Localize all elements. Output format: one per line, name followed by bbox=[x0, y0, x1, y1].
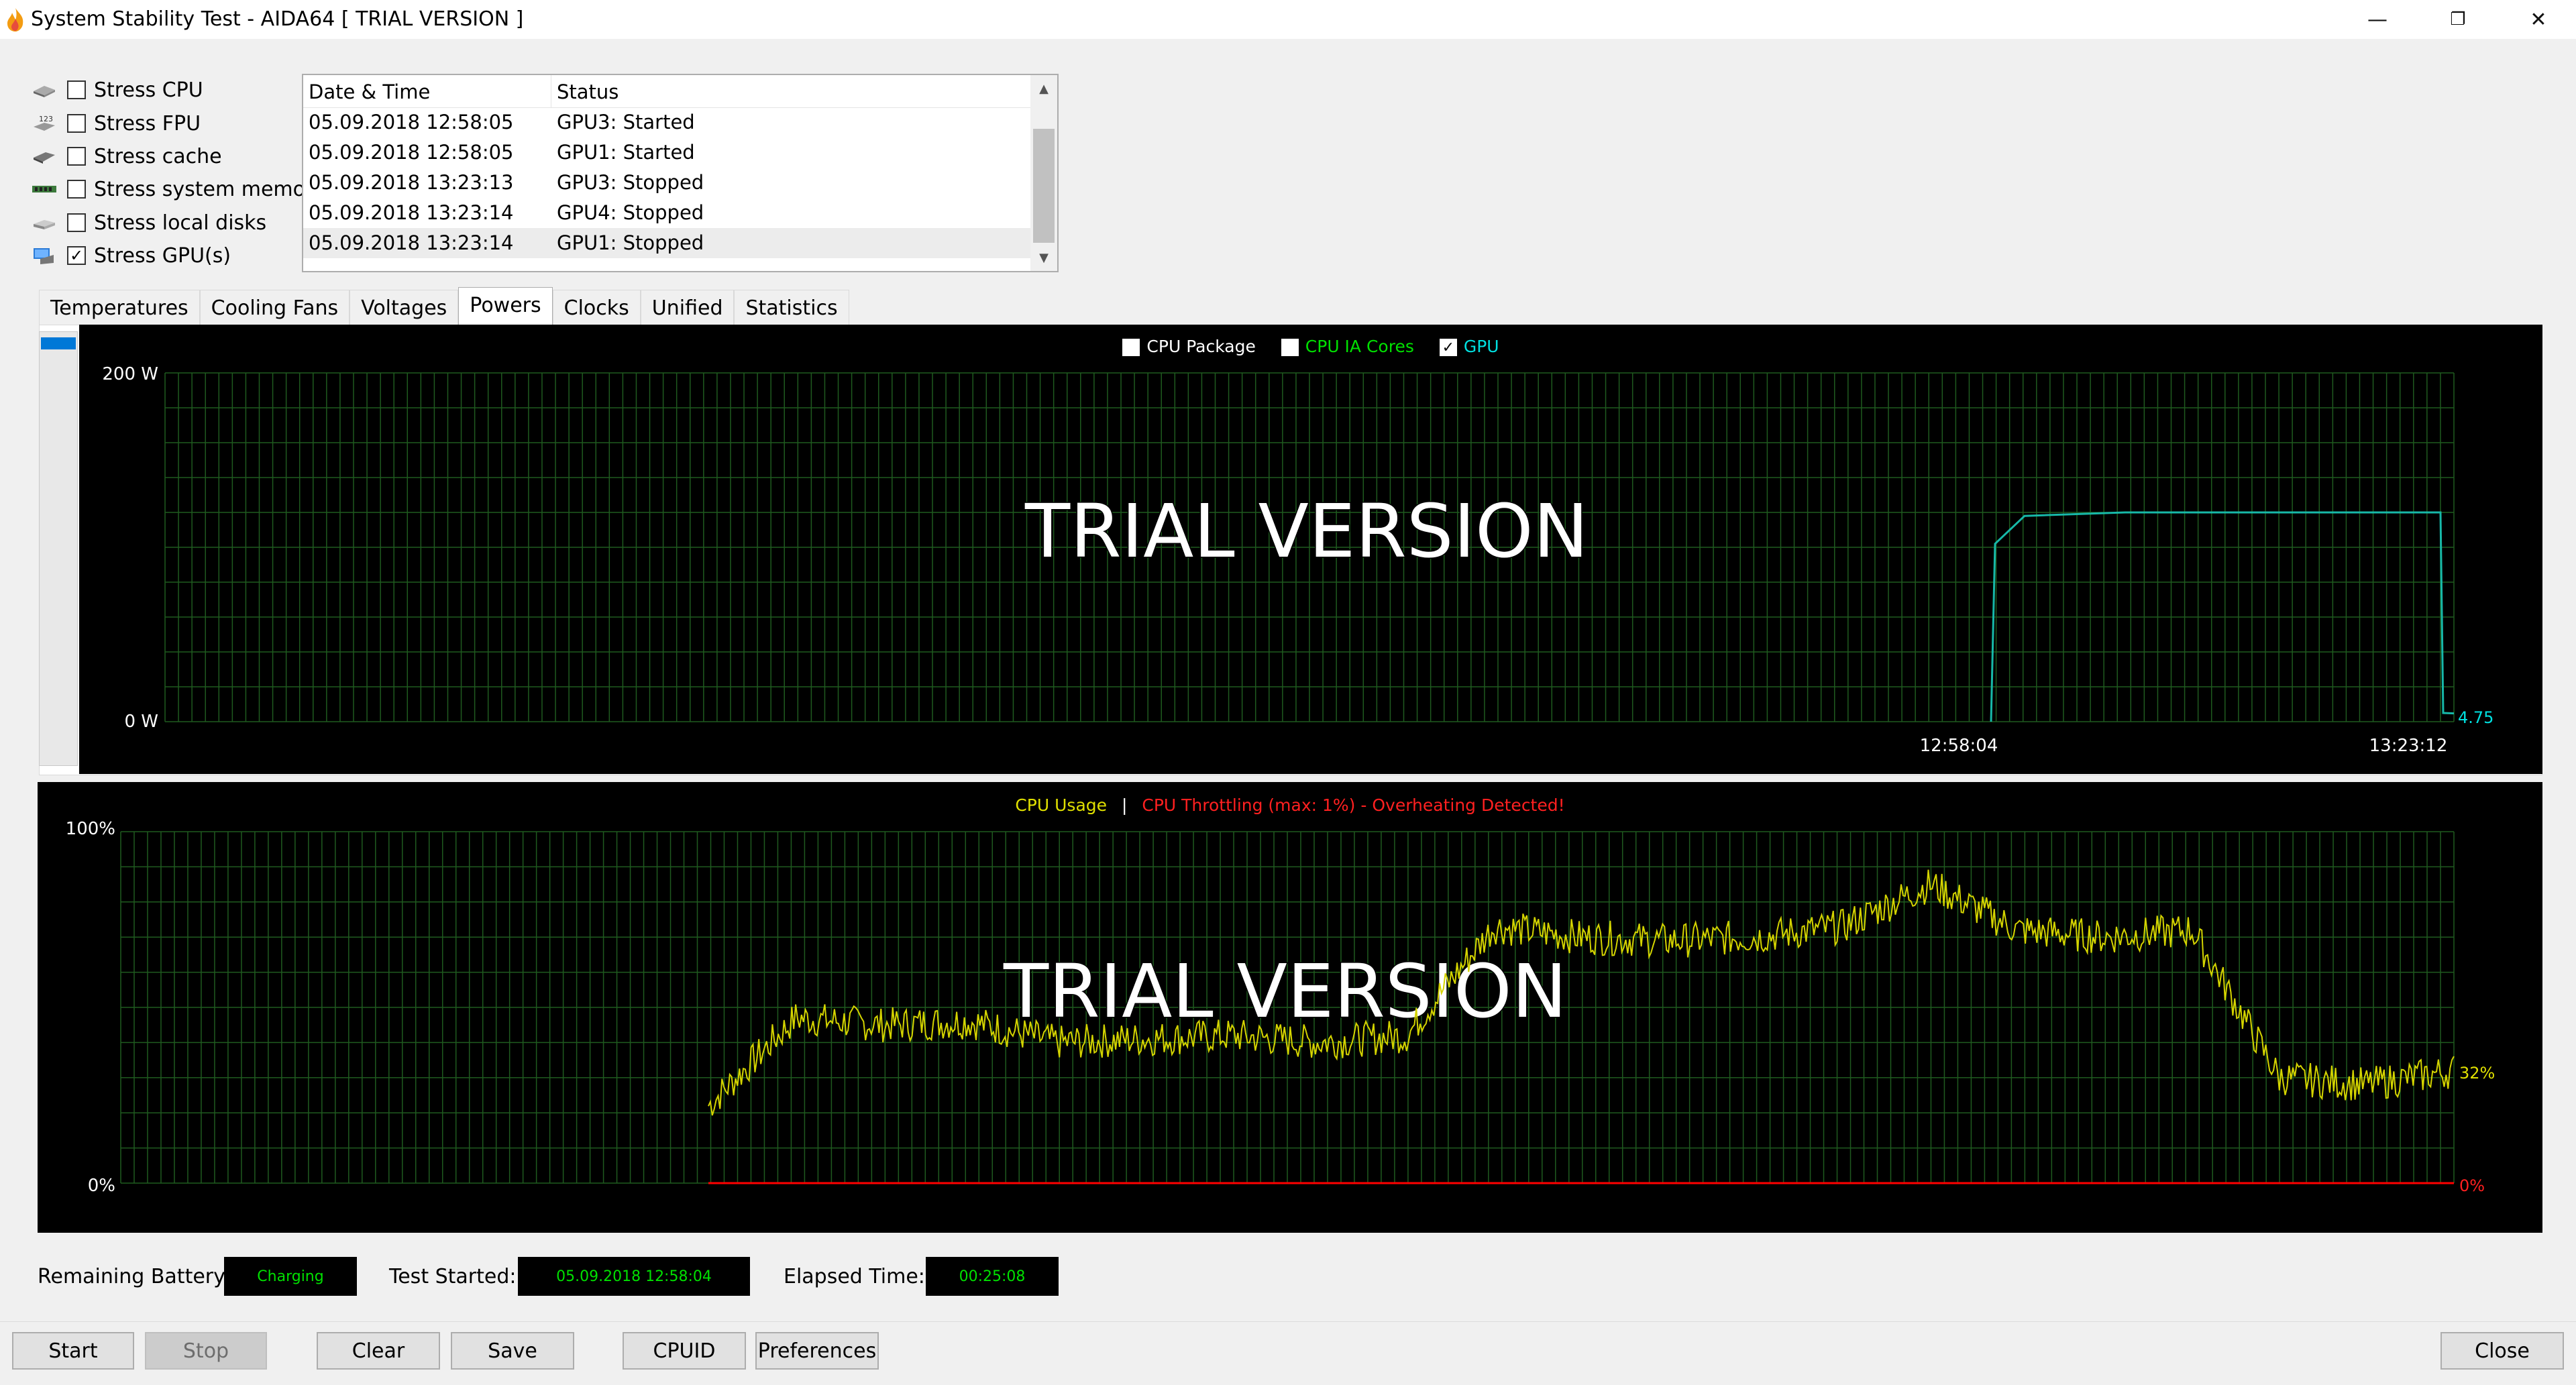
cpu-y-min-label: 0% bbox=[88, 1176, 115, 1196]
disk-icon bbox=[30, 211, 59, 235]
stress-gpu-checkbox[interactable]: ✓ bbox=[67, 246, 86, 265]
cpu-watermark: TRIAL VERSION bbox=[1003, 948, 1567, 1034]
close-window-button[interactable]: ✕ bbox=[2498, 0, 2576, 39]
table-row[interactable]: 05.09.2018 13:23:14 GPU1: Stopped bbox=[303, 228, 1032, 258]
log-cell-status: GPU1: Started bbox=[557, 141, 695, 164]
cpu-icon bbox=[30, 78, 59, 102]
battery-label: Remaining Battery: bbox=[38, 1265, 231, 1288]
tab-clocks[interactable]: Clocks bbox=[552, 290, 641, 325]
elapsed-time-label: Elapsed Time: bbox=[784, 1265, 925, 1288]
memory-icon bbox=[30, 177, 59, 201]
window-title: System Stability Test - AIDA64 [ TRIAL V… bbox=[31, 7, 524, 31]
cpu-current-throttle: 0% bbox=[2459, 1176, 2485, 1195]
tab-cooling-fans[interactable]: Cooling Fans bbox=[199, 290, 350, 325]
option-stress-disks[interactable]: Stress local disks bbox=[30, 208, 266, 237]
cpu-usage-panel: CPU Usage | CPU Throttling (max: 1%) - O… bbox=[38, 782, 2542, 1233]
test-started-label: Test Started: bbox=[389, 1265, 517, 1288]
log-cell-datetime: 05.09.2018 12:58:05 bbox=[309, 141, 514, 164]
power-watermark: TRIAL VERSION bbox=[1024, 488, 1589, 574]
log-rows: 05.09.2018 12:58:05 GPU3: Started 05.09.2… bbox=[303, 107, 1032, 258]
cpu-usage-series bbox=[708, 869, 2455, 1116]
log-cell-datetime: 05.09.2018 13:23:13 bbox=[309, 171, 514, 194]
log-cell-status: GPU4: Stopped bbox=[557, 201, 704, 224]
start-button[interactable]: Start bbox=[12, 1332, 134, 1370]
cache-icon bbox=[30, 144, 59, 168]
option-stress-cache[interactable]: Stress cache bbox=[30, 142, 222, 171]
option-stress-memory[interactable]: Stress system memory bbox=[30, 174, 325, 204]
cpu-current-usage: 32% bbox=[2459, 1064, 2495, 1083]
option-stress-fpu[interactable]: 123 Stress FPU bbox=[30, 109, 201, 138]
svg-text:123: 123 bbox=[39, 115, 53, 123]
power-time-label: 13:23:12 bbox=[2369, 736, 2448, 756]
log-cell-datetime: 05.09.2018 13:23:14 bbox=[309, 231, 514, 254]
title-bar: System Stability Test - AIDA64 [ TRIAL V… bbox=[0, 0, 2576, 39]
tab-unified[interactable]: Unified bbox=[640, 290, 735, 325]
option-stress-gpu[interactable]: ✓ Stress GPU(s) bbox=[30, 241, 231, 270]
stop-button[interactable]: Stop bbox=[145, 1332, 267, 1370]
clear-button[interactable]: Clear bbox=[317, 1332, 440, 1370]
test-started-value: 05.09.2018 12:58:04 bbox=[518, 1257, 750, 1296]
scroll-thumb[interactable] bbox=[1033, 129, 1055, 243]
table-row[interactable]: 05.09.2018 13:23:13 GPU3: Stopped bbox=[303, 168, 1032, 198]
option-label: Stress local disks bbox=[94, 211, 267, 235]
scroll-up-icon[interactable]: ▲ bbox=[1030, 75, 1057, 102]
save-button[interactable]: Save bbox=[451, 1332, 574, 1370]
tab-bar: Temperatures Cooling Fans Voltages Power… bbox=[39, 287, 849, 325]
power-chart: 200 W 0 W 12:58:04 13:23:12 TRIAL VERSIO… bbox=[102, 364, 2493, 756]
log-cell-status: GPU3: Stopped bbox=[557, 171, 704, 194]
tab-voltages[interactable]: Voltages bbox=[350, 290, 459, 325]
maximize-button[interactable]: ❐ bbox=[2418, 0, 2498, 39]
tab-temperatures[interactable]: Temperatures bbox=[39, 290, 200, 325]
preferences-button[interactable]: Preferences bbox=[755, 1332, 879, 1370]
option-label: Stress CPU bbox=[94, 78, 203, 102]
table-row[interactable]: 05.09.2018 12:58:05 GPU3: Started bbox=[303, 107, 1032, 137]
aida64-flame-icon bbox=[7, 8, 23, 32]
scroll-down-icon[interactable]: ▼ bbox=[1030, 244, 1057, 271]
option-label: Stress cache bbox=[94, 144, 222, 168]
log-cell-datetime: 05.09.2018 13:23:14 bbox=[309, 201, 514, 224]
sensor-list-selected-item[interactable] bbox=[41, 337, 76, 349]
stress-cache-checkbox[interactable] bbox=[67, 147, 86, 166]
tab-statistics[interactable]: Statistics bbox=[734, 290, 849, 325]
elapsed-time-value: 00:25:08 bbox=[926, 1257, 1059, 1296]
stress-fpu-checkbox[interactable] bbox=[67, 114, 86, 133]
gpu-icon bbox=[30, 243, 59, 268]
option-label: Stress GPU(s) bbox=[94, 243, 231, 268]
fpu-icon: 123 bbox=[30, 111, 59, 135]
power-time-label: 12:58:04 bbox=[1920, 736, 1998, 756]
option-label: Stress FPU bbox=[94, 111, 201, 135]
tab-powers[interactable]: Powers bbox=[458, 287, 553, 325]
log-cell-datetime: 05.09.2018 12:58:05 bbox=[309, 111, 514, 133]
gpu-current-value: 4.75 bbox=[2458, 708, 2493, 727]
event-log-table[interactable]: Date & Time Status 05.09.2018 12:58:05 GP… bbox=[302, 74, 1059, 272]
log-cell-status: GPU3: Started bbox=[557, 111, 695, 133]
power-chart-panel: CPU Package CPU IA Cores ✓ GPU 200 W 0 W … bbox=[79, 325, 2542, 774]
close-button[interactable]: Close bbox=[2440, 1332, 2564, 1370]
cpuid-button[interactable]: CPUID bbox=[623, 1332, 746, 1370]
log-header-datetime[interactable]: Date & Time bbox=[303, 75, 551, 107]
stress-disks-checkbox[interactable] bbox=[67, 213, 86, 232]
log-cell-status: GPU1: Stopped bbox=[557, 231, 704, 254]
stress-cpu-checkbox[interactable] bbox=[67, 80, 86, 99]
stress-memory-checkbox[interactable] bbox=[67, 180, 86, 199]
table-row[interactable]: 05.09.2018 13:23:14 GPU4: Stopped bbox=[303, 198, 1032, 228]
cpu-usage-chart: 100% 0% TRIAL VERSION 32% 0% bbox=[66, 819, 2496, 1196]
option-stress-cpu[interactable]: Stress CPU bbox=[30, 75, 203, 105]
power-y-max-label: 200 W bbox=[102, 364, 158, 384]
log-header: Date & Time Status bbox=[303, 75, 1032, 108]
power-y-min-label: 0 W bbox=[124, 712, 158, 732]
table-row[interactable]: 05.09.2018 12:58:05 GPU1: Started bbox=[303, 137, 1032, 168]
battery-value: Charging bbox=[224, 1257, 357, 1296]
option-label: Stress system memory bbox=[94, 177, 326, 201]
cpu-y-max-label: 100% bbox=[66, 819, 115, 839]
minimize-button[interactable]: — bbox=[2337, 0, 2418, 39]
sensor-list[interactable] bbox=[39, 331, 78, 766]
log-scrollbar[interactable]: ▲ ▼ bbox=[1030, 75, 1057, 271]
log-header-status[interactable]: Status bbox=[551, 75, 1032, 107]
